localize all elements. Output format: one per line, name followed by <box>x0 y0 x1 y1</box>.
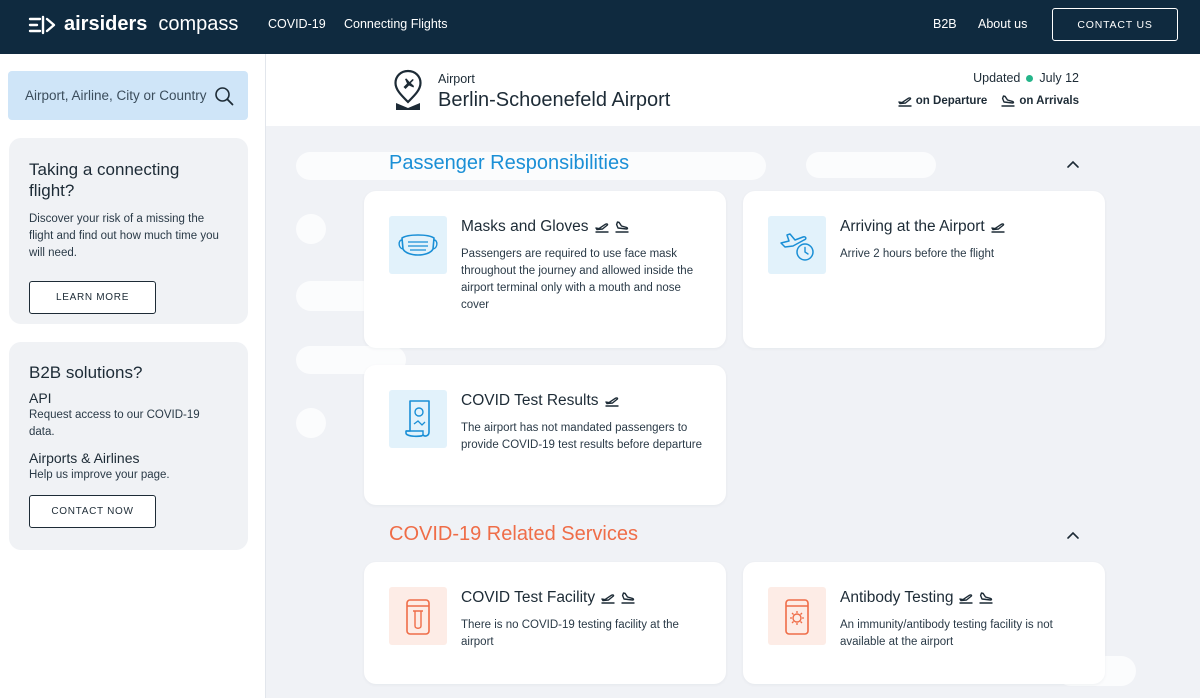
masks-card-title-text: Masks and Gloves <box>461 218 589 235</box>
legend-departure-label: on Departure <box>915 95 988 107</box>
b2b-api-title: API <box>29 390 52 406</box>
nav-covid-link[interactable]: COVID-19 <box>268 17 326 31</box>
collapse-chevron-icon[interactable] <box>1066 159 1080 169</box>
section-title-services: COVID-19 Related Services <box>389 523 638 545</box>
covid-test-results-card: COVID Test Results The airport has not m… <box>364 365 726 505</box>
search-placeholder: Airport, Airline, City or Country <box>25 88 207 103</box>
arriving-card-title: Arriving at the Airport <box>840 218 1005 236</box>
arrival-plane-icon <box>621 592 635 604</box>
masks-card-desc: Passengers are required to use face mask… <box>461 248 694 311</box>
nav-about-link[interactable]: About us <box>978 17 1027 31</box>
status-dot-icon <box>1026 74 1034 82</box>
departure-plane-icon <box>959 592 973 604</box>
departure-plane-icon <box>991 221 1005 233</box>
departure-plane-icon <box>601 592 615 604</box>
background-decoration <box>296 408 326 438</box>
test-facility-card-title: COVID Test Facility <box>461 589 635 607</box>
connecting-card-title: Taking a connecting flight? <box>29 160 180 200</box>
background-decoration <box>806 152 936 178</box>
brand-name-light: compass <box>158 13 239 35</box>
b2b-airlines-title: Airports & Airlines <box>29 450 140 466</box>
legend-arrivals: on Arrivals <box>1001 95 1079 107</box>
test-document-icon <box>389 390 447 448</box>
nav-connecting-flights-link[interactable]: Connecting Flights <box>344 17 448 31</box>
airport-type-label: Airport <box>438 72 475 86</box>
b2b-api-text: Request access to our COVID-19 data. <box>29 409 200 438</box>
arrival-plane-icon <box>1001 95 1015 107</box>
antibody-card-title-text: Antibody Testing <box>840 589 954 606</box>
airport-header: Airport Berlin-Schoenefeld Airport Updat… <box>266 54 1200 126</box>
airport-name: Berlin-Schoenefeld Airport <box>438 89 671 111</box>
b2b-card: B2B solutions? API Request access to our… <box>9 342 248 550</box>
test-results-card-title: COVID Test Results <box>461 392 619 410</box>
antibody-testing-card: Antibody Testing An immunity/antibody te… <box>743 562 1105 684</box>
brand-logo-icon <box>28 15 56 34</box>
antibody-card-title: Antibody Testing <box>840 589 993 607</box>
arrival-plane-icon <box>979 592 993 604</box>
section-title-responsibilities: Passenger Responsibilities <box>389 152 630 174</box>
background-decoration <box>296 214 326 244</box>
arriving-card-title-text: Arriving at the Airport <box>840 218 985 235</box>
arrival-plane-icon <box>615 221 629 233</box>
arriving-airport-card: Arriving at the Airport Arrive 2 hours b… <box>743 191 1105 348</box>
updated-date: July 12 <box>1039 71 1079 85</box>
test-facility-card-desc: There is no COVID-19 testing facility at… <box>461 619 679 648</box>
main-content: Passenger Responsibilities Masks and Glo… <box>266 126 1200 698</box>
arrival-clock-icon <box>768 216 826 274</box>
arriving-card-desc: Arrive 2 hours before the flight <box>840 248 995 260</box>
masks-gloves-card: Masks and Gloves Passengers are required… <box>364 191 726 348</box>
brand-name-bold: airsiders <box>64 13 148 35</box>
mask-icon <box>389 216 447 274</box>
legend-departure: on Departure <box>898 95 988 107</box>
antibody-card-desc: An immunity/antibody testing facility is… <box>840 619 1053 648</box>
masks-card-title: Masks and Gloves <box>461 218 629 236</box>
updated-label: Updated <box>973 71 1021 85</box>
legend-arrivals-label: on Arrivals <box>1019 95 1079 107</box>
contact-us-button[interactable]: CONTACT US <box>1052 8 1178 41</box>
contact-now-button[interactable]: CONTACT NOW <box>29 495 156 528</box>
departure-plane-icon <box>595 221 609 233</box>
departure-plane-icon <box>898 95 912 107</box>
learn-more-button[interactable]: LEARN MORE <box>29 281 156 314</box>
covid-test-facility-card: COVID Test Facility There is no COVID-19… <box>364 562 726 684</box>
connecting-card-text: Discover your risk of a missing the flig… <box>29 213 219 259</box>
search-input[interactable]: Airport, Airline, City or Country <box>8 71 248 120</box>
search-icon[interactable] <box>214 86 234 106</box>
test-facility-card-title-text: COVID Test Facility <box>461 589 596 606</box>
direction-legend: on Departure on Arrivals <box>898 95 1079 107</box>
connecting-flight-card: Taking a connecting flight? Discover you… <box>9 138 248 324</box>
nav-b2b-link[interactable]: B2B <box>933 17 957 31</box>
test-results-card-title-text: COVID Test Results <box>461 392 599 409</box>
airport-pin-icon <box>394 69 422 110</box>
top-navigation: airsiders compass COVID-19 Connecting Fli… <box>0 0 1200 54</box>
antibody-kit-icon <box>768 587 826 645</box>
test-kit-icon <box>389 587 447 645</box>
departure-plane-icon <box>605 395 619 407</box>
b2b-card-title: B2B solutions? <box>29 363 143 382</box>
brand-logo-link[interactable]: airsiders compass <box>28 13 238 36</box>
collapse-chevron-icon[interactable] <box>1066 530 1080 540</box>
updated-status: Updated July 12 <box>973 71 1079 85</box>
test-results-card-desc: The airport has not mandated passengers … <box>461 422 702 451</box>
b2b-airlines-text: Help us improve your page. <box>29 469 170 481</box>
